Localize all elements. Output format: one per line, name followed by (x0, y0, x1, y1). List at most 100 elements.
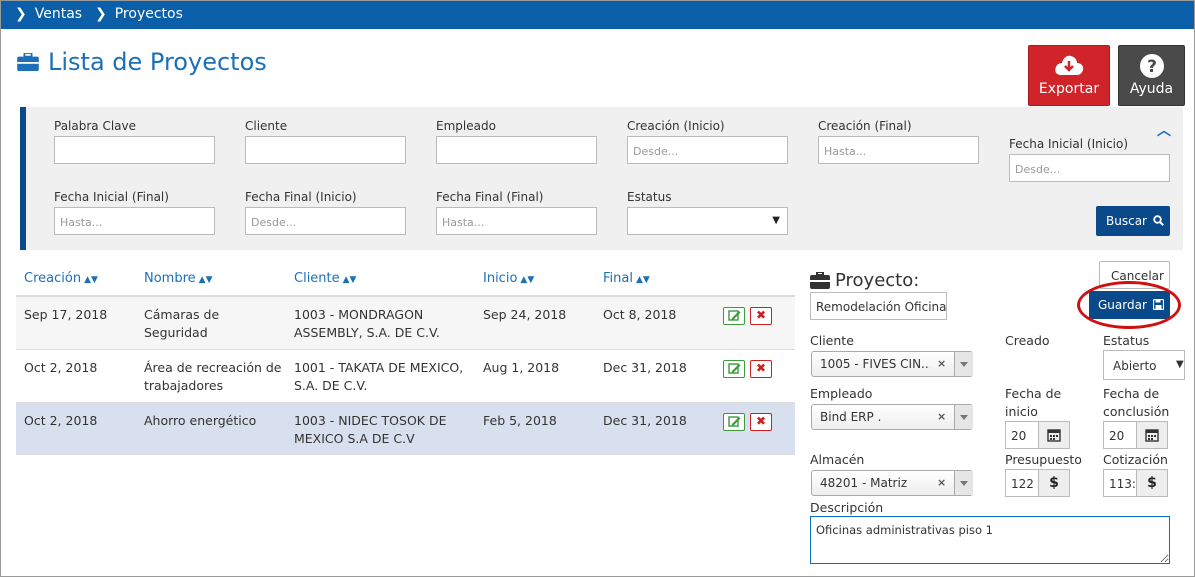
delete-icon[interactable]: ✖ (750, 307, 772, 325)
fecha-final-inicio-input[interactable]: Desde... (245, 207, 406, 235)
fecha-conclusion-label: Fecha de conclusión (1103, 386, 1170, 419)
cell-final: Oct 8, 2018 (603, 307, 677, 322)
fecha-inicio-input[interactable]: 20 (1005, 421, 1039, 449)
column-header-label: Final (603, 271, 633, 286)
filter-label-palabra-clave: Palabra Clave (54, 119, 137, 133)
export-button[interactable]: Exportar (1028, 45, 1110, 106)
column-header-label: Nombre (144, 271, 196, 286)
clear-icon[interactable]: × (937, 357, 946, 370)
clear-icon[interactable]: × (937, 410, 946, 423)
column-header-inicio[interactable]: Inicio ▲▼ (483, 271, 534, 286)
calendar-icon[interactable] (1136, 421, 1168, 449)
filter-label-cliente: Cliente (245, 119, 288, 133)
caret-down-icon: ▼ (772, 215, 780, 226)
cell-inicio: Sep 24, 2018 (483, 307, 567, 322)
fecha-inicio-label: Fecha de inicio (1005, 386, 1062, 419)
edit-icon[interactable] (723, 307, 745, 325)
cloud-download-icon (1055, 55, 1084, 75)
creacion-inicio-input[interactable]: Desde... (627, 136, 788, 164)
cell-nombre: Cámaras de Seguridad (144, 307, 220, 340)
dollar-sign-icon: $ (1136, 469, 1168, 497)
breadcrumb-item-proyectos[interactable]: ❯ Proyectos (95, 6, 183, 22)
filter-label-fecha-inicial-final: Fecha Inicial (Final) (54, 190, 169, 204)
project-panel-title-text: Proyecto: (835, 270, 920, 291)
chevron-down-icon[interactable] (954, 405, 973, 429)
empleado-label: Empleado (810, 386, 873, 401)
column-header-label: Creación (24, 271, 82, 286)
project-panel-title: Proyecto: (810, 270, 919, 291)
briefcase-icon (810, 272, 830, 289)
cell-cliente: 1003 - MONDRAGON ASSEMBLY, S.A. DE C.V. (294, 307, 440, 340)
estatus-filter-select[interactable]: ▼ (627, 207, 788, 235)
filter-label-fecha-final-final: Fecha Final (Final) (436, 190, 544, 204)
almacen-select[interactable]: 48201 - Matriz × (811, 470, 973, 496)
chevron-down-icon[interactable] (954, 352, 973, 376)
export-label: Exportar (1038, 81, 1100, 97)
fecha-inicial-inicio-input[interactable]: Desde... (1009, 154, 1170, 182)
page-title: Lista de Proyectos (16, 48, 267, 76)
estatus-label: Estatus (1103, 333, 1150, 348)
table-row[interactable]: Oct 2, 2018 Ahorro energético 1003 - NID… (16, 403, 795, 455)
table-row[interactable]: Sep 17, 2018 Cámaras de Seguridad 1003 -… (16, 297, 795, 350)
breadcrumb-label: Proyectos (114, 6, 183, 22)
cliente-filter-input[interactable] (245, 136, 406, 164)
svg-text:?: ? (1147, 57, 1157, 77)
cotizacion-label: Cotización (1103, 452, 1168, 467)
clear-icon[interactable]: × (937, 476, 946, 489)
chevron-up-icon[interactable]: ︿ (1157, 120, 1171, 140)
column-header-label: Cliente (294, 271, 340, 286)
fecha-inicial-final-input[interactable]: Hasta... (54, 207, 215, 235)
calendar-icon[interactable] (1038, 421, 1070, 449)
filter-label-fecha-final-inicio: Fecha Final (Inicio) (245, 190, 357, 204)
filter-label-estatus: Estatus (627, 190, 672, 204)
cliente-select[interactable]: 1005 - FIVES CIN... × (811, 351, 973, 377)
edit-icon[interactable] (723, 360, 745, 378)
breadcrumb: ❯ Ventas ❯ Proyectos (1, 1, 1194, 29)
estatus-select[interactable]: Abierto ▼ (1103, 350, 1185, 380)
column-header-creacion[interactable]: Creación ▲▼ (24, 271, 98, 286)
chevron-right-icon: ❯ (15, 6, 27, 22)
cell-creacion: Sep 17, 2018 (24, 307, 108, 322)
search-icon (1153, 215, 1164, 226)
creado-label: Creado (1005, 333, 1050, 348)
descripcion-textarea[interactable]: Oficinas administrativas piso 1 (810, 516, 1170, 564)
cell-inicio: Feb 5, 2018 (483, 413, 557, 428)
help-button[interactable]: ? Ayuda (1118, 45, 1185, 106)
presupuesto-input[interactable]: 122 (1005, 469, 1039, 497)
chevron-down-icon[interactable] (954, 471, 973, 495)
cell-creacion: Oct 2, 2018 (24, 360, 98, 375)
empleado-select[interactable]: Bind ERP . × (811, 404, 973, 430)
fecha-conclusion-input[interactable]: 20 (1103, 421, 1137, 449)
cliente-select-value: 1005 - FIVES CIN... (820, 357, 930, 371)
search-button[interactable]: Buscar (1096, 206, 1170, 236)
almacen-label: Almacén (810, 452, 865, 467)
column-header-nombre[interactable]: Nombre ▲▼ (144, 271, 213, 286)
cotizacion-input[interactable]: 113: (1103, 469, 1137, 497)
breadcrumb-item-ventas[interactable]: ❯ Ventas (15, 6, 82, 22)
edit-icon[interactable] (723, 413, 745, 431)
fecha-final-final-input[interactable]: Hasta... (436, 207, 597, 235)
filter-label-fecha-inicial-inicio: Fecha Inicial (Inicio) (1009, 137, 1129, 151)
sort-icon: ▲▼ (635, 275, 650, 285)
column-header-final[interactable]: Final ▲▼ (603, 271, 650, 286)
cell-cliente: 1003 - NIDEC TOSOK DE MEXICO S.A DE C.V (294, 413, 447, 446)
filter-label-creacion-final: Creación (Final) (818, 119, 912, 133)
project-name-input[interactable]: Remodelación Oficinas (810, 292, 947, 320)
filter-label-creacion-inicio: Creación (Inicio) (627, 119, 725, 133)
sort-icon: ▲▼ (520, 275, 535, 285)
briefcase-icon (17, 53, 39, 71)
sort-icon: ▲▼ (198, 275, 213, 285)
sort-icon: ▲▼ (342, 275, 357, 285)
table-row[interactable]: Oct 2, 2018 Área de recreación de trabaj… (16, 350, 795, 403)
delete-icon[interactable]: ✖ (750, 360, 772, 378)
palabra-clave-input[interactable] (54, 136, 215, 164)
creacion-final-input[interactable]: Hasta... (818, 136, 979, 164)
empleado-filter-input[interactable] (436, 136, 597, 164)
cell-nombre: Ahorro energético (144, 413, 257, 428)
search-button-label: Buscar (1106, 214, 1147, 228)
estatus-select-value: Abierto (1113, 359, 1157, 373)
cell-creacion: Oct 2, 2018 (24, 413, 98, 428)
column-header-cliente[interactable]: Cliente ▲▼ (294, 271, 356, 286)
delete-icon[interactable]: ✖ (750, 413, 772, 431)
empleado-select-value: Bind ERP . (820, 410, 882, 424)
